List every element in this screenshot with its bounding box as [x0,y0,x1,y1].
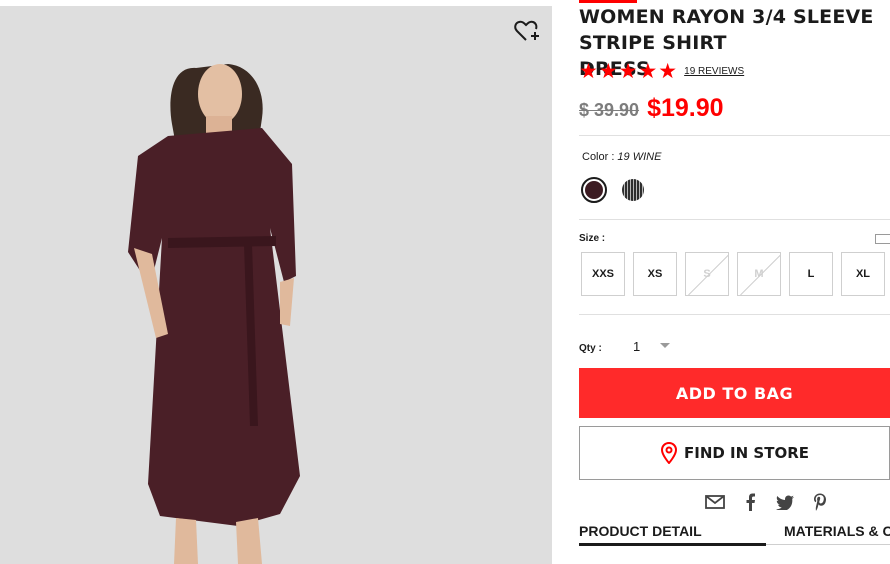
price-row: $ 39.90 $19.90 [579,94,724,123]
divider [579,219,890,220]
selected-color: 19 WINE [617,151,662,163]
reviews-link[interactable]: 19 REVIEWS [684,66,744,77]
location-pin-icon [660,442,678,464]
size-option-xxs[interactable]: XXS [581,252,625,296]
tab-underline [766,544,890,545]
product-tabs: PRODUCT DETAIL MATERIALS & CARE [579,523,890,547]
find-in-store-button[interactable]: FIND IN STORE [579,426,890,480]
product-info-panel: WOMEN RAYON 3/4 SLEEVE STRIPE SHIRT DRES… [579,0,890,564]
model-illustration [0,6,552,564]
size-option-l[interactable]: L [789,252,833,296]
original-price: $ 39.90 [579,100,640,120]
size-label: Size : [579,233,606,244]
quantity-label: Qty : [579,343,602,354]
twitter-icon[interactable] [775,492,795,512]
size-option-m[interactable]: M [737,252,781,296]
active-tab-underline [579,543,766,546]
divider [579,314,890,315]
facebook-icon[interactable] [740,492,760,512]
star-rating-icon: ★★★★★ [579,59,679,83]
pinterest-icon[interactable] [810,492,830,512]
color-label-row: Color :19 WINE [582,151,661,163]
mail-icon[interactable] [705,492,725,512]
size-option-s[interactable]: S [685,252,729,296]
size-options: XXS XS S M L XL [581,252,885,296]
swatch-stripe[interactable] [622,179,644,201]
product-image [0,6,552,564]
size-option-xs[interactable]: XS [633,252,677,296]
find-in-store-label: FIND IN STORE [684,444,809,462]
size-option-xl[interactable]: XL [841,252,885,296]
sale-price: $19.90 [647,94,724,122]
share-icons [705,492,830,512]
accent-bar [579,0,637,3]
color-label: Color : [582,151,615,163]
size-guide-icon[interactable] [875,234,890,244]
tab-materials-care[interactable]: MATERIALS & CARE [784,523,890,539]
chevron-down-icon[interactable] [660,343,670,348]
wishlist-heart-icon[interactable] [514,20,542,44]
tab-product-detail[interactable]: PRODUCT DETAIL [579,523,702,539]
add-to-bag-button[interactable]: ADD TO BAG [579,368,890,418]
quantity-select[interactable]: 1 [633,339,640,354]
swatch-wine[interactable] [581,177,607,203]
rating-row: ★★★★★ 19 REVIEWS [579,59,744,83]
divider [579,135,890,136]
swatch-wine-fill [585,181,603,199]
